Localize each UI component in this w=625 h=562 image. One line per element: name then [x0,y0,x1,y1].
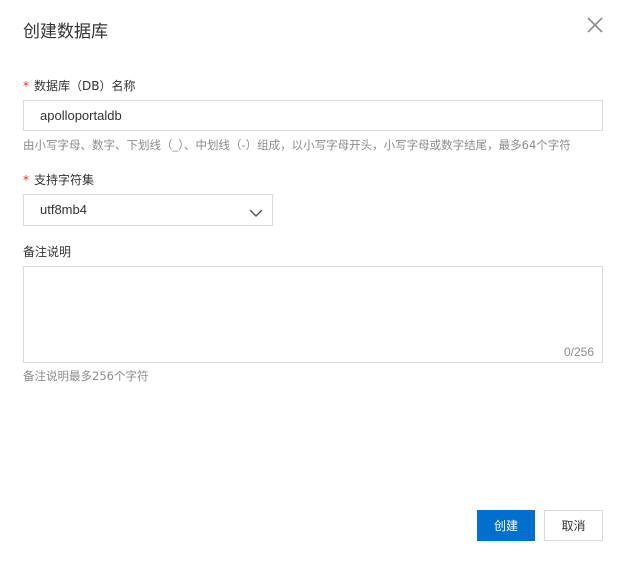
remark-textarea-wrapper: 0/256 [23,266,603,363]
remark-textarea[interactable] [24,267,602,362]
create-database-dialog: 创建数据库 * 数据库（DB）名称 由小写字母、数字、下划线（_）、中划线（-）组… [0,0,625,562]
remark-label: 备注说明 [23,245,72,259]
chevron-down-icon [249,204,263,217]
db-name-label-text: 数据库（DB）名称 [34,79,136,93]
remark-char-counter: 0/256 [563,345,594,359]
cancel-button[interactable]: 取消 [544,510,603,541]
dialog-title: 创建数据库 [23,22,108,42]
create-button[interactable]: 创建 [477,510,535,541]
required-mark: * [23,173,29,187]
required-mark: * [23,79,29,93]
charset-select[interactable]: utf8mb4 [23,194,273,226]
charset-selected-value: utf8mb4 [40,202,87,217]
db-name-label: * 数据库（DB）名称 [23,78,135,94]
db-name-help: 由小写字母、数字、下划线（_）、中划线（-）组成，以小写字母开头，小写字母或数字… [23,138,571,152]
db-name-input[interactable] [23,100,603,131]
close-icon[interactable] [584,14,606,36]
charset-label-text: 支持字符集 [34,173,95,187]
charset-label: * 支持字符集 [23,172,94,188]
remark-help: 备注说明最多256个字符 [23,369,149,383]
